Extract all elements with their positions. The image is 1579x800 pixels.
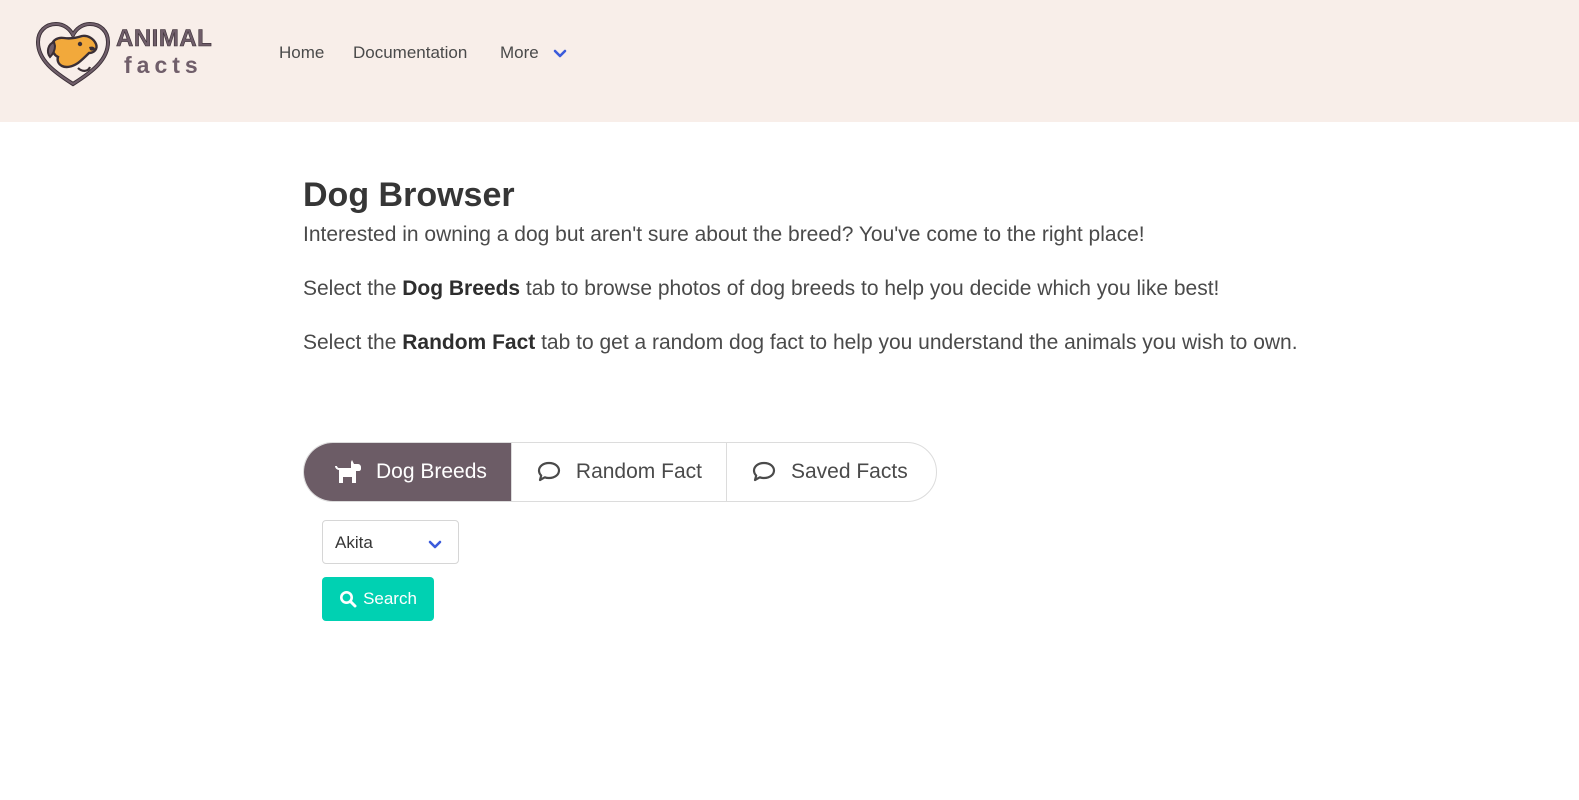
logo-word-facts: facts (124, 52, 203, 78)
navbar: ANIMAL facts Home Documentation More (0, 0, 1579, 122)
p2-text-before: Select the (303, 277, 403, 300)
main-content: Dog Browser Interested in owning a dog b… (303, 173, 1403, 354)
chevron-down-icon (553, 44, 567, 64)
nav-documentation-link[interactable]: Documentation (353, 43, 467, 63)
tab-dog-breeds[interactable]: Dog Breeds (304, 443, 512, 501)
p3-bold-tab-name: Random Fact (402, 331, 536, 354)
speech-bubble-icon (536, 460, 562, 484)
nav-more-dropdown[interactable]: More (500, 43, 567, 64)
heart-dog-logo-icon (35, 21, 111, 87)
p3-text-after: tab to get a random dog fact to help you… (535, 331, 1298, 354)
nav-home-link[interactable]: Home (279, 43, 324, 63)
p2-bold-tab-name: Dog Breeds (402, 277, 521, 300)
random-fact-instructions: Select the Random Fact tab to get a rand… (303, 329, 1298, 357)
search-icon (339, 590, 357, 608)
tab-saved-facts[interactable]: Saved Facts (727, 443, 936, 501)
breed-select[interactable]: Akita (322, 520, 459, 564)
tab-saved-facts-label: Saved Facts (790, 460, 908, 483)
logo-word-animal: ANIMAL (116, 25, 213, 52)
search-button-label: Search (363, 589, 417, 608)
dog-icon (334, 459, 362, 485)
tab-random-fact[interactable]: Random Fact (512, 443, 727, 501)
p3-text-before: Select the (303, 331, 403, 354)
nav-more-label: More (500, 43, 539, 62)
chevron-down-icon (428, 537, 442, 555)
tab-bar: Dog Breeds Random Fact Saved Facts (303, 442, 937, 502)
tab-random-fact-label: Random Fact (575, 460, 702, 483)
logo-wordmark: ANIMAL facts (116, 25, 213, 78)
breed-select-value: Akita (335, 533, 373, 552)
tab-dog-breeds-label: Dog Breeds (376, 460, 487, 483)
intro-paragraph: Interested in owning a dog but aren't su… (303, 223, 1145, 246)
dog-breeds-instructions: Select the Dog Breeds tab to browse phot… (303, 275, 1219, 303)
search-button[interactable]: Search (322, 577, 434, 621)
speech-bubble-icon (751, 460, 777, 484)
p2-text-after: tab to browse photos of dog breeds to he… (520, 277, 1220, 300)
brand-logo[interactable]: ANIMAL facts (34, 20, 214, 88)
page-title: Dog Browser (303, 176, 515, 214)
